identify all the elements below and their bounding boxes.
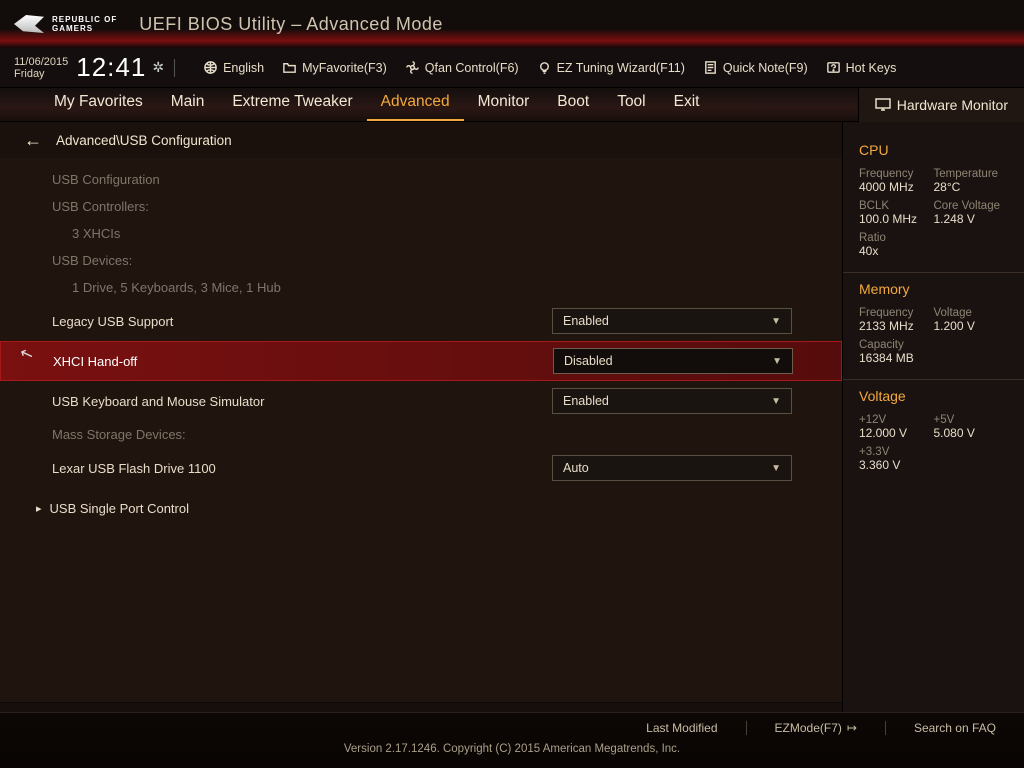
usb-single-port-control[interactable]: ▸ USB Single Port Control xyxy=(0,488,842,528)
search-faq-button[interactable]: Search on FAQ xyxy=(914,721,996,735)
setting-label: Legacy USB Support xyxy=(52,314,552,329)
hardware-monitor-tab[interactable]: Hardware Monitor xyxy=(858,88,1024,122)
settings-pane: ← Advanced\USB Configuration USB Configu… xyxy=(0,122,842,762)
cpu-freq-label: Frequency xyxy=(859,168,934,180)
topbar: 11/06/2015 Friday 12:41 ✲ English MyFavo… xyxy=(0,48,1024,88)
note-icon xyxy=(703,60,718,75)
setting-dropdown[interactable]: Enabled▼ xyxy=(552,388,792,414)
cpu-section-title: CPU xyxy=(859,142,1008,158)
footer: Last Modified EZMode(F7)↦ Search on FAQ … xyxy=(0,712,1024,768)
mem-volt-label: Voltage xyxy=(934,307,1009,319)
qfan-button[interactable]: Qfan Control(F6) xyxy=(405,60,519,75)
cpu-bclk-value: 100.0 MHz xyxy=(859,212,934,226)
v33-label: +3.3V xyxy=(859,446,934,458)
controllers-value: 3 XHCIs xyxy=(0,220,842,247)
last-modified-button[interactable]: Last Modified xyxy=(646,721,717,735)
v33-value: 3.360 V xyxy=(859,458,934,472)
myfavorite-button[interactable]: MyFavorite(F3) xyxy=(282,60,387,75)
v12-value: 12.000 V xyxy=(859,426,934,440)
monitor-icon xyxy=(875,98,891,112)
setting-row: XHCI Hand-offDisabled▼ xyxy=(0,341,842,381)
devices-label: USB Devices: xyxy=(0,247,842,274)
setting-dropdown[interactable]: Auto▼ xyxy=(552,455,792,481)
mem-volt-value: 1.200 V xyxy=(934,319,1009,333)
setting-label: USB Keyboard and Mouse Simulator xyxy=(52,394,552,409)
header-strip: REPUBLIC OF GAMERS UEFI BIOS Utility – A… xyxy=(0,0,1024,48)
controllers-label: USB Controllers: xyxy=(0,193,842,220)
ezwizard-button[interactable]: EZ Tuning Wizard(F11) xyxy=(537,60,685,75)
setting-dropdown[interactable]: Disabled▼ xyxy=(553,348,793,374)
cpu-temp-label: Temperature xyxy=(934,168,1009,180)
mem-freq-value: 2133 MHz xyxy=(859,319,934,333)
ezmode-button[interactable]: EZMode(F7)↦ xyxy=(775,721,857,735)
quicknote-button[interactable]: Quick Note(F9) xyxy=(703,60,808,75)
menu-item-boot[interactable]: Boot xyxy=(543,87,603,121)
menu-item-extreme-tweaker[interactable]: Extreme Tweaker xyxy=(218,87,366,121)
globe-icon xyxy=(203,60,218,75)
setting-label: Lexar USB Flash Drive 1100 xyxy=(52,461,552,476)
voltage-section-title: Voltage xyxy=(859,388,1008,404)
cpu-corevolt-label: Core Voltage xyxy=(934,200,1009,212)
mem-cap-label: Capacity xyxy=(859,339,934,351)
date-block: 11/06/2015 Friday xyxy=(14,56,68,80)
chevron-down-icon: ▼ xyxy=(771,463,781,474)
setting-row: Lexar USB Flash Drive 1100Auto▼ xyxy=(0,448,842,488)
main-area: ← Advanced\USB Configuration USB Configu… xyxy=(0,122,1024,762)
mem-cap-value: 16384 MB xyxy=(859,351,934,365)
menu-item-exit[interactable]: Exit xyxy=(660,87,714,121)
menu-item-main[interactable]: Main xyxy=(157,87,219,121)
v12-label: +12V xyxy=(859,414,934,426)
v5-value: 5.080 V xyxy=(934,426,1009,440)
mem-freq-label: Frequency xyxy=(859,307,934,319)
version-text: Version 2.17.1246. Copyright (C) 2015 Am… xyxy=(0,743,1024,755)
menu-item-monitor[interactable]: Monitor xyxy=(464,87,544,121)
fan-icon xyxy=(405,60,420,75)
divider xyxy=(174,59,175,77)
page-title: UEFI BIOS Utility – Advanced Mode xyxy=(139,14,443,35)
cpu-ratio-value: 40x xyxy=(859,244,934,258)
chevron-down-icon: ▼ xyxy=(771,396,781,407)
question-icon xyxy=(826,60,841,75)
setting-dropdown[interactable]: Enabled▼ xyxy=(552,308,792,334)
cpu-corevolt-value: 1.248 V xyxy=(934,212,1009,226)
menu-item-advanced[interactable]: Advanced xyxy=(367,87,464,121)
rog-eye-icon xyxy=(14,15,44,33)
setting-row: Legacy USB SupportEnabled▼ xyxy=(0,301,842,341)
chevron-down-icon: ▼ xyxy=(771,316,781,327)
hardware-monitor-panel: CPU Frequency4000 MHz Temperature28°C BC… xyxy=(842,122,1024,762)
chevron-down-icon: ▼ xyxy=(772,356,782,367)
memory-section-title: Memory xyxy=(859,281,1008,297)
back-arrow-icon[interactable]: ← xyxy=(24,130,42,151)
clock: 12:41 xyxy=(76,52,146,83)
breadcrumb: ← Advanced\USB Configuration xyxy=(0,122,842,158)
cpu-bclk-label: BCLK xyxy=(859,200,934,212)
bulb-icon xyxy=(537,60,552,75)
language-selector[interactable]: English xyxy=(203,60,264,75)
menubar: My FavoritesMainExtreme TweakerAdvancedM… xyxy=(0,88,1024,122)
setting-label: XHCI Hand-off xyxy=(53,354,553,369)
breadcrumb-text: Advanced\USB Configuration xyxy=(56,133,232,148)
brand-text: REPUBLIC OF GAMERS xyxy=(52,15,117,33)
folder-icon xyxy=(282,60,297,75)
v5-label: +5V xyxy=(934,414,1009,426)
section-heading: USB Configuration xyxy=(0,166,842,193)
settings-list: USB Configuration USB Controllers: 3 XHC… xyxy=(0,158,842,536)
setting-row: USB Keyboard and Mouse SimulatorEnabled▼ xyxy=(0,381,842,421)
hotkeys-button[interactable]: Hot Keys xyxy=(826,60,897,75)
menu-item-my-favorites[interactable]: My Favorites xyxy=(40,87,157,121)
cpu-temp-value: 28°C xyxy=(934,180,1009,194)
menu-item-tool[interactable]: Tool xyxy=(603,87,659,121)
rog-logo: REPUBLIC OF GAMERS xyxy=(14,15,117,33)
cpu-ratio-label: Ratio xyxy=(859,232,934,244)
devices-value: 1 Drive, 5 Keyboards, 3 Mice, 1 Hub xyxy=(0,274,842,301)
chevron-right-icon: ▸ xyxy=(36,502,42,515)
exit-icon: ↦ xyxy=(847,721,857,735)
clock-settings-icon[interactable]: ✲ xyxy=(152,59,164,76)
mass-storage-label: Mass Storage Devices: xyxy=(0,421,842,448)
cpu-freq-value: 4000 MHz xyxy=(859,180,934,194)
